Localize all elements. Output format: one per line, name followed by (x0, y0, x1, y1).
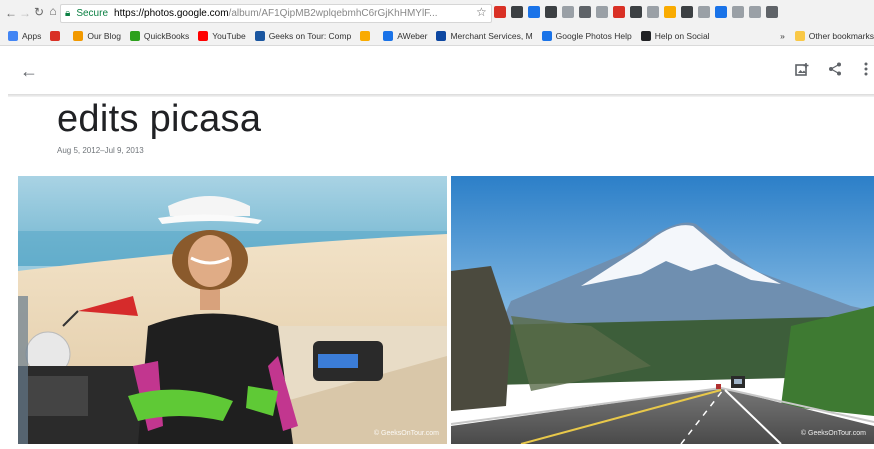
bookmark-label: Help on Social (654, 30, 710, 41)
photo-tile-beach[interactable]: © GeeksOnTour.com (18, 176, 447, 444)
bookmark-item[interactable]: QuickBooks (129, 30, 190, 41)
browser-back-icon[interactable]: ← (4, 6, 18, 20)
app-bar-divider (8, 94, 874, 97)
photo-watermark: © GeeksOnTour.com (800, 430, 866, 437)
secure-lock-icon: 🔒︎ (65, 8, 71, 19)
extension-icon[interactable] (749, 6, 761, 18)
bookmark-label: YouTube (212, 30, 246, 41)
bookmark-label: Our Blog (87, 30, 121, 41)
more-options-icon[interactable] (864, 62, 868, 79)
extension-icon[interactable] (511, 6, 523, 18)
extension-icon[interactable] (579, 6, 591, 18)
bookmarks-overflow-button[interactable]: » (780, 31, 785, 41)
bookmark-favicon-icon (254, 30, 265, 41)
beach-photo-image (18, 176, 447, 444)
app-bar (0, 46, 874, 96)
bookmark-label: AWeber (397, 30, 428, 41)
extension-icon[interactable] (630, 6, 642, 18)
extension-icon[interactable] (698, 6, 710, 18)
extension-icon[interactable] (681, 6, 693, 18)
bookmark-item[interactable]: Google Photos Help (541, 30, 632, 41)
photo-tile-mountain[interactable]: © GeeksOnTour.com (451, 176, 874, 444)
bookmark-item[interactable]: YouTube (198, 30, 246, 41)
bookmark-item[interactable] (360, 30, 374, 41)
url-path: /album/AF1QipMB2wplqebmhC6rGjKhHMYlF... (228, 8, 438, 19)
address-bar[interactable]: 🔒︎ Secure https://photos.google.com /alb… (60, 4, 492, 23)
bookmark-item[interactable] (50, 30, 64, 41)
extension-icon[interactable] (545, 6, 557, 18)
extensions-tray (494, 6, 778, 18)
secure-label: Secure (76, 8, 109, 19)
extension-icon[interactable] (562, 6, 574, 18)
album-date-range: Aug 5, 2012–Jul 9, 2013 (57, 146, 144, 155)
bookmark-label: Geeks on Tour: Comp (268, 30, 352, 41)
add-photos-icon[interactable] (795, 62, 809, 79)
bookmark-favicon-icon (640, 30, 651, 41)
bookmark-favicon-icon (50, 30, 61, 41)
bookmark-favicon-icon (541, 30, 552, 41)
bookmark-label: Google Photos Help (555, 30, 632, 41)
bookmark-item[interactable]: Merchant Services, M (436, 30, 533, 41)
home-icon[interactable]: ⌂ (46, 4, 60, 18)
bookmark-favicon-icon (129, 30, 140, 41)
bookmark-item[interactable]: Geeks on Tour: Comp (254, 30, 352, 41)
bookmark-favicon-icon (8, 30, 18, 41)
bookmark-favicon-icon (198, 30, 209, 41)
bookmark-favicon-icon (436, 30, 447, 41)
back-arrow-icon[interactable]: ← (20, 61, 38, 82)
bookmark-item[interactable]: AWeber (383, 30, 428, 41)
extension-icon[interactable] (732, 6, 744, 18)
extension-icon[interactable] (528, 6, 540, 18)
extension-icon[interactable] (494, 6, 506, 18)
bookmark-favicon-icon (383, 30, 394, 41)
bookmark-item[interactable]: Help on Social (640, 30, 710, 41)
extension-icon[interactable] (613, 6, 625, 18)
other-bookmarks-link[interactable]: Other bookmarks (809, 31, 874, 41)
bookmark-label: Merchant Services, M (450, 30, 533, 41)
bookmark-label: QuickBooks (143, 30, 190, 41)
folder-icon (794, 31, 805, 41)
bookmark-favicon-icon (360, 30, 371, 41)
reload-icon[interactable]: ↻ (32, 5, 46, 19)
url-host: https://photos.google.com (114, 8, 229, 19)
bookmarks-overflow-group: » Other bookmarks (774, 26, 874, 45)
extension-icon[interactable] (647, 6, 659, 18)
mountain-photo-image (451, 176, 874, 444)
album-title: edits picasa (57, 98, 262, 140)
bookmark-item[interactable]: Apps (8, 30, 42, 41)
bookmark-label: Apps (22, 30, 42, 41)
bookmarks-bar: Apps Our Blog QuickBooks YouTube Geeks on To… (0, 26, 874, 46)
bookmark-star-icon[interactable]: ☆ (476, 5, 487, 19)
bookmark-item[interactable]: Our Blog (73, 30, 121, 41)
extension-icon[interactable] (766, 6, 778, 18)
extension-icon[interactable] (596, 6, 608, 18)
share-icon[interactable] (828, 62, 842, 79)
extension-icon[interactable] (715, 6, 727, 18)
extension-icon[interactable] (664, 6, 676, 18)
photo-watermark: © GeeksOnTour.com (373, 430, 439, 437)
bookmark-favicon-icon (73, 30, 84, 41)
browser-forward-icon[interactable]: → (18, 6, 32, 20)
